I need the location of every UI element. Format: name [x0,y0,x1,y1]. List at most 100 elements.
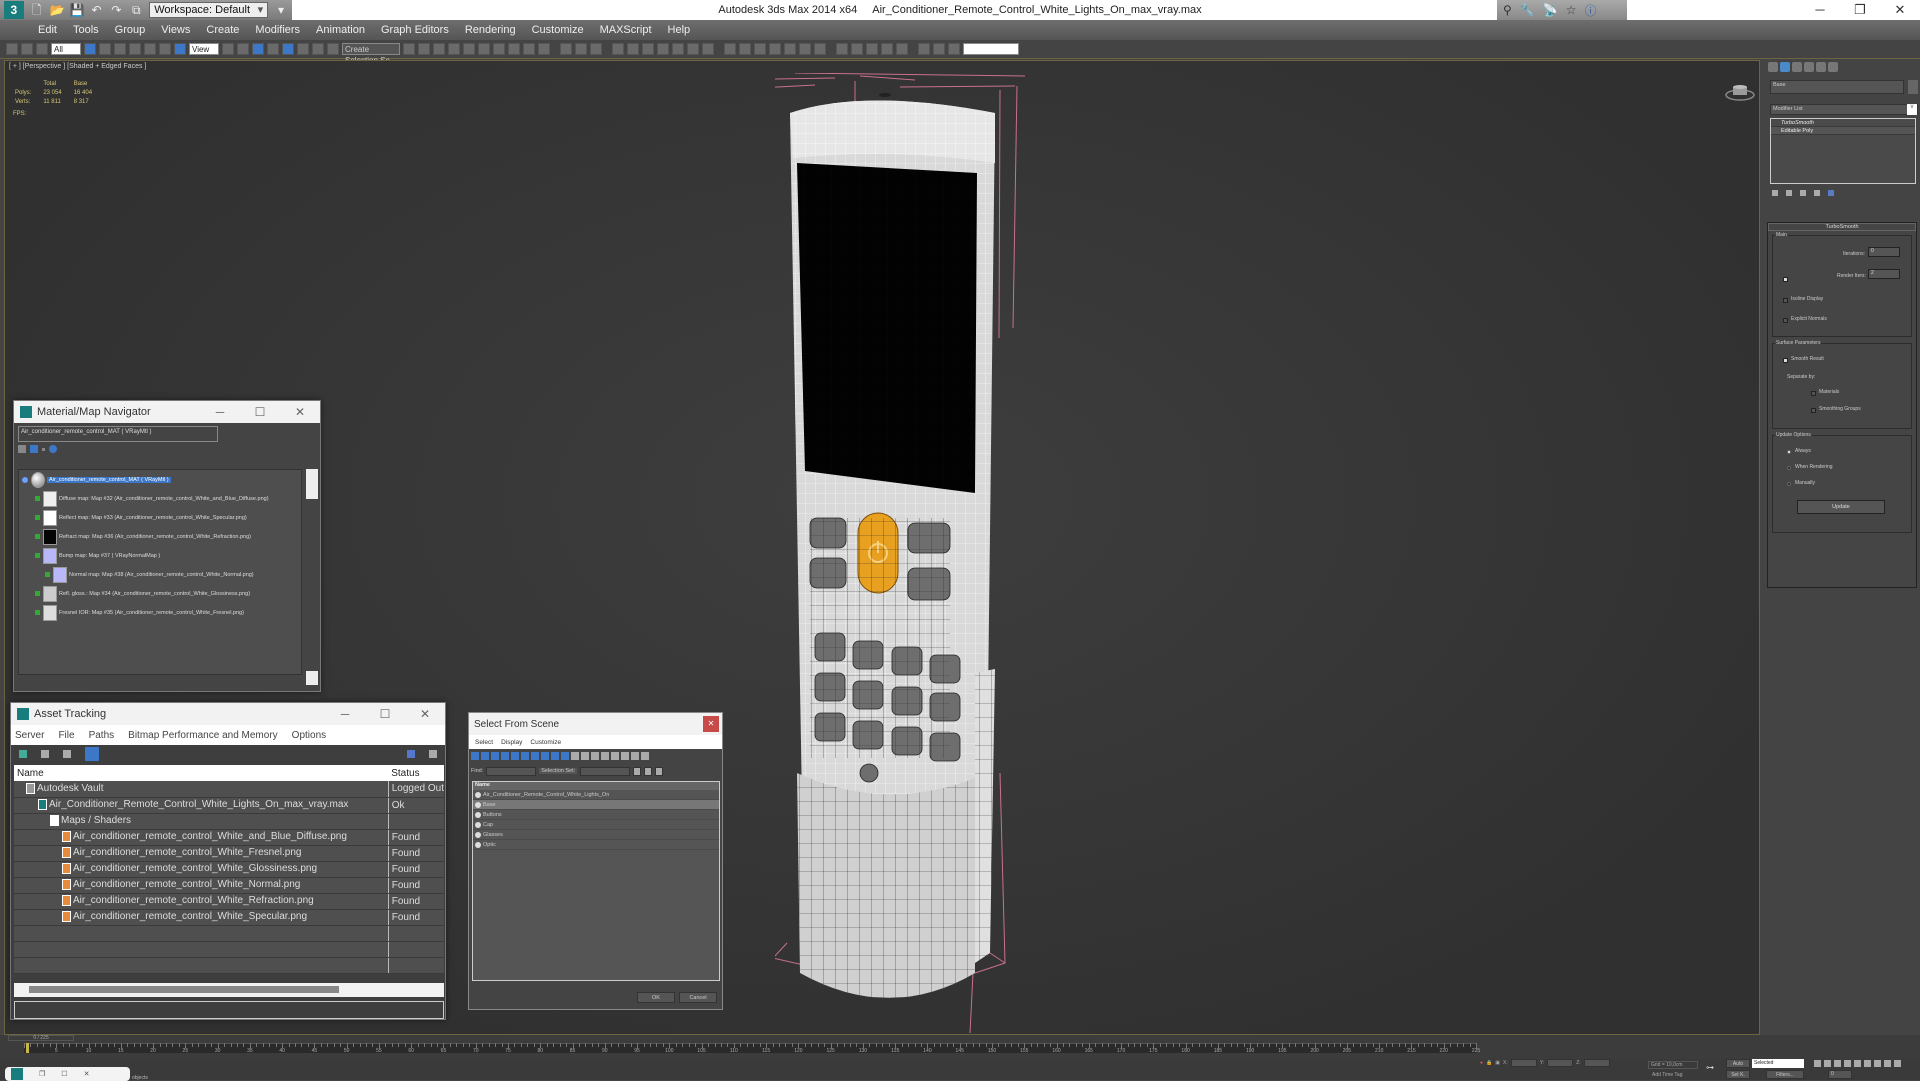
add-time-tag[interactable]: Add Time Tag [1652,1072,1682,1078]
menu-create[interactable]: Create [198,20,247,40]
close-icon[interactable]: ✕ [84,1070,90,1078]
spinner-snap-icon[interactable] [312,43,324,55]
maximize-button[interactable]: ☐ [365,707,405,721]
asset-row[interactable] [14,957,444,974]
restore-button[interactable]: ❐ [1840,0,1880,20]
scene-object-row[interactable]: Glasses [473,830,719,840]
sfs-menu-select[interactable]: Select [475,739,493,746]
display-invert-icon[interactable] [611,752,619,760]
absolute-mode-icon[interactable]: ▣ [1495,1060,1500,1066]
select-manipulate-icon[interactable] [237,43,249,55]
asset-menu-bitmap-performance-and-memory[interactable]: Bitmap Performance and Memory [128,730,278,741]
y-field[interactable] [1547,1059,1574,1067]
smooth-result-checkbox[interactable] [1783,358,1788,363]
material-tree-item[interactable]: Reflect map: Map #33 (Air_conditioner_re… [19,508,301,527]
object-color-swatch[interactable] [1908,80,1918,94]
zoom-extents-icon[interactable] [1884,1060,1891,1067]
teapot-b-icon[interactable] [933,43,945,55]
set-key-button[interactable]: Set K. [1726,1070,1750,1079]
asset-menu-file[interactable]: File [58,730,74,741]
modifier-stack-item[interactable]: TurboSmooth [1771,119,1915,127]
display-geometry-icon[interactable] [471,752,479,760]
filter-icon[interactable] [621,752,629,760]
display-tab-icon[interactable] [1816,62,1826,72]
viewport-label[interactable]: [ + ] [Perspective ] [Shaded + Edged Fac… [9,63,146,70]
create-tab-icon[interactable] [1768,62,1778,72]
remove-from-set-icon[interactable] [655,766,664,776]
material-name-field[interactable]: Air_conditioner_remote_control_MAT ( VRa… [18,426,218,442]
rotate-icon[interactable] [159,43,171,55]
rect-region-icon[interactable] [114,43,126,55]
sfs-titlebar[interactable]: Select From Scene ✕ [469,713,722,735]
vray-render-icon[interactable] [866,43,878,55]
hair-icon[interactable] [799,43,811,55]
asset-row[interactable]: Air_Conditioner_Remote_Control_White_Lig… [14,797,444,814]
material-tree-item[interactable]: Bump map: Map #37 ( VRayNormalMap ) [19,546,301,565]
column-name[interactable]: Name [473,782,719,790]
curve-editor-icon[interactable] [463,43,475,55]
fur-icon[interactable] [814,43,826,55]
menu-tools[interactable]: Tools [65,20,107,40]
select-by-name-icon[interactable] [99,43,111,55]
align-icon[interactable] [418,43,430,55]
display-all-icon[interactable] [591,752,599,760]
edit-named-sel-icon[interactable] [327,43,339,55]
menu-edit[interactable]: Edit [30,20,65,40]
asset-menu-server[interactable]: Server [15,730,44,741]
undo-icon[interactable]: ↶ [90,3,104,17]
materials-checkbox[interactable] [1811,391,1816,396]
table-view-icon[interactable] [63,750,71,758]
sfs-menu-customize[interactable]: Customize [530,739,561,746]
scrollbar-thumb[interactable] [306,469,318,499]
configure-sets-icon[interactable] [1828,190,1834,196]
cancel-button[interactable]: Cancel [679,992,717,1003]
asset-menu-options[interactable]: Options [292,730,326,741]
help-icon[interactable]: ⓘ [1584,2,1596,19]
asset-row[interactable]: Air_conditioner_remote_control_White_and… [14,829,444,846]
asset-titlebar[interactable]: Asset Tracking ─ ☐ ✕ [11,703,445,725]
find-input[interactable] [486,766,537,776]
smoothing-groups-checkbox[interactable] [1811,408,1816,413]
matnav-titlebar[interactable]: Material/Map Navigator ─ ☐ ✕ [14,401,320,423]
material-editor-icon[interactable] [493,43,505,55]
sun-icon[interactable] [687,43,699,55]
graphite-icon[interactable] [448,43,460,55]
view-list-icon[interactable] [18,445,26,453]
link-icon[interactable] [6,43,18,55]
display-xrefs-icon[interactable] [541,752,549,760]
asset-row[interactable]: Maps / Shaders [14,813,444,830]
rendered-frame-icon[interactable] [523,43,535,55]
unlink-icon[interactable] [21,43,33,55]
restore-icon[interactable]: ❐ [39,1070,45,1078]
workspace-dropdown[interactable]: Workspace: Default [149,2,269,18]
geosphere-icon[interactable] [642,43,654,55]
asset-row[interactable]: Air_conditioner_remote_control_White_Spe… [14,909,444,926]
view-list-icons-icon[interactable] [30,445,38,453]
menu-group[interactable]: Group [107,20,154,40]
explicit-normals-checkbox[interactable] [1783,318,1788,323]
mirror-icon[interactable] [403,43,415,55]
zoom-extents-all-icon[interactable] [1894,1060,1901,1067]
help-icon[interactable] [896,43,908,55]
remote-control-model[interactable] [775,73,1035,1033]
close-button[interactable]: ✕ [1880,0,1920,20]
angle-snap-icon[interactable] [282,43,294,55]
update-when-rendering-radio[interactable] [1787,466,1791,470]
asset-row[interactable]: Air_conditioner_remote_control_White_Ref… [14,893,444,910]
tape-icon[interactable] [754,43,766,55]
scale-icon[interactable] [174,43,186,55]
scene-object-row[interactable]: Optic [473,840,719,850]
menu-views[interactable]: Views [153,20,198,40]
key-filter-dropdown[interactable]: Selected [1752,1059,1804,1068]
render-setup-icon[interactable] [508,43,520,55]
asset-menu-paths[interactable]: Paths [89,730,115,741]
current-frame-marker[interactable] [26,1043,29,1053]
material-tree-item[interactable]: Refl. gloss.: Map #34 (Air_conditioner_r… [19,584,301,603]
sphere-icon[interactable] [627,43,639,55]
render-iterative-icon[interactable] [560,43,572,55]
vault-help-icon[interactable] [407,750,415,758]
named-selection-dropdown[interactable]: Create Selection Se [342,43,400,65]
teapot-a-icon[interactable] [918,43,930,55]
hierarchy-tab-icon[interactable] [1792,62,1802,72]
menu-help[interactable]: Help [660,20,699,40]
